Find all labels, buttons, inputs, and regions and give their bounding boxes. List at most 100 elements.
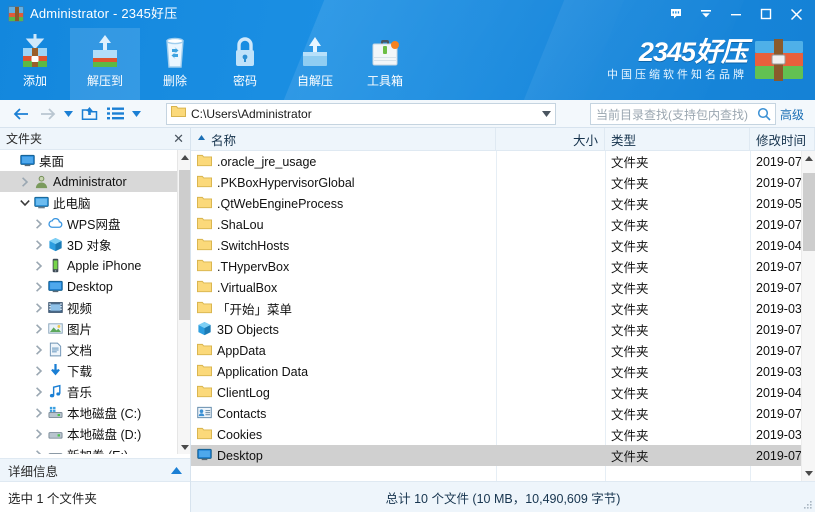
scrollbar-thumb[interactable] — [179, 170, 190, 320]
details-panel-body: 选中 1 个文件夹 — [0, 482, 190, 512]
chevron-right-icon[interactable] — [32, 302, 46, 313]
chevron-down-icon[interactable] — [128, 101, 144, 127]
search-input[interactable]: 当前目录查找(支持包内查找) — [590, 103, 776, 125]
column-header-date[interactable]: 修改时间 — [750, 128, 815, 150]
chevron-right-icon[interactable] — [32, 386, 46, 397]
cell-type: 文件夹 — [611, 261, 649, 275]
sidebar-item-3[interactable]: WPS网盘 — [0, 213, 190, 234]
table-row[interactable]: ClientLog 文件夹 2019-04 — [191, 382, 801, 403]
cell-type: 文件夹 — [611, 324, 649, 338]
table-row[interactable]: .QtWebEngineProcess 文件夹 2019-05 — [191, 193, 801, 214]
column-header-type[interactable]: 类型 — [605, 128, 750, 150]
sidebar-item-10[interactable]: 下载 — [0, 360, 190, 381]
column-label: 类型 — [611, 133, 637, 148]
column-header-size[interactable]: 大小 — [496, 128, 605, 150]
table-row[interactable]: .ShaLou 文件夹 2019-07 — [191, 214, 801, 235]
sidebar-item-2[interactable]: 此电脑 — [0, 192, 190, 213]
chevron-down-icon[interactable] — [537, 111, 555, 117]
sidebar-item-9[interactable]: 文档 — [0, 339, 190, 360]
file-name-text: Desktop — [217, 448, 263, 463]
resize-grip-icon[interactable] — [801, 498, 813, 510]
table-row[interactable]: Contacts 文件夹 2019-07 — [191, 403, 801, 424]
sidebar-item-5[interactable]: Apple iPhone — [0, 255, 190, 276]
sidebar-item-1[interactable]: Administrator — [0, 171, 190, 192]
close-icon[interactable]: ✕ — [173, 131, 184, 147]
forward-arrow-icon[interactable] — [34, 101, 60, 127]
chevron-right-icon[interactable] — [32, 407, 46, 418]
sidebar-item-8[interactable]: 图片 — [0, 318, 190, 339]
chevron-right-icon[interactable] — [32, 344, 46, 355]
sidebar-item-6[interactable]: Desktop — [0, 276, 190, 297]
scroll-down-icon[interactable] — [178, 440, 191, 454]
table-row[interactable]: AppData 文件夹 2019-07 — [191, 340, 801, 361]
table-row[interactable]: .THypervBox 文件夹 2019-07 — [191, 256, 801, 277]
advanced-search-link[interactable]: 高级 — [780, 106, 804, 123]
column-label: 名称 — [211, 133, 237, 148]
table-row[interactable]: .SwitchHosts 文件夹 2019-04 — [191, 235, 801, 256]
sidebar-item-14[interactable]: 新加卷 (E:) — [0, 444, 190, 454]
search-icon[interactable] — [753, 107, 775, 121]
cell-date: 2019-04 — [756, 385, 801, 400]
toolbar-button-self-extract[interactable]: 自解压 — [280, 28, 350, 100]
sidebar-item-4[interactable]: 3D 对象 — [0, 234, 190, 255]
folder-icon — [197, 279, 212, 297]
chevron-down-icon[interactable] — [60, 101, 76, 127]
chevron-right-icon[interactable] — [32, 365, 46, 376]
brand-name: 2345好压 — [638, 37, 748, 67]
toolbar-button-extract-to[interactable]: 解压到 — [70, 28, 140, 100]
chevron-right-icon[interactable] — [32, 260, 46, 271]
cell-date: 2019-05 — [756, 196, 801, 211]
table-row[interactable]: .oracle_jre_usage 文件夹 2019-07 — [191, 151, 801, 172]
scrollbar-thumb[interactable] — [803, 173, 815, 251]
chevron-right-icon[interactable] — [32, 239, 46, 250]
back-arrow-icon[interactable] — [8, 101, 34, 127]
app-window: Administrator - 2345好压 添加 解压到 删除 密码 自解压 … — [0, 0, 815, 512]
sidebar-item-13[interactable]: 本地磁盘 (D:) — [0, 423, 190, 444]
toolbar-button-toolbox[interactable]: 工具箱 — [350, 28, 420, 100]
chevron-right-icon[interactable] — [32, 323, 46, 334]
list-view-icon[interactable] — [102, 101, 128, 127]
file-list-vertical-scrollbar[interactable] — [801, 151, 815, 481]
chevron-right-icon[interactable] — [32, 428, 46, 439]
chevron-right-icon[interactable] — [32, 449, 46, 454]
toolbar-button-password[interactable]: 密码 — [210, 28, 280, 100]
table-row[interactable]: Desktop 文件夹 2019-07 — [191, 445, 801, 466]
details-panel-header[interactable]: 详细信息 — [0, 458, 190, 482]
scroll-down-icon[interactable] — [802, 466, 815, 481]
chevron-down-icon[interactable] — [18, 199, 32, 207]
up-folder-icon[interactable] — [76, 101, 102, 127]
sidebar-item-0[interactable]: 桌面 — [0, 150, 190, 171]
column-header-name[interactable]: 名称 — [191, 128, 496, 150]
document-icon — [46, 342, 64, 357]
minimize-icon[interactable] — [721, 0, 751, 28]
chevron-right-icon[interactable] — [18, 176, 32, 187]
table-row[interactable]: Cookies 文件夹 2019-03 — [191, 424, 801, 445]
chevron-right-icon[interactable] — [32, 281, 46, 292]
sidebar-scrollbar[interactable] — [177, 150, 190, 454]
feedback-icon[interactable] — [661, 0, 691, 28]
table-row[interactable]: .PKBoxHypervisorGlobal 文件夹 2019-07 — [191, 172, 801, 193]
table-row[interactable]: 「开始」菜单 文件夹 2019-03 — [191, 298, 801, 319]
toolbar-button-delete[interactable]: 删除 — [140, 28, 210, 100]
scroll-up-icon[interactable] — [178, 150, 191, 164]
table-row[interactable]: 3D Objects 文件夹 2019-07 — [191, 319, 801, 340]
sidebar-item-label: Desktop — [67, 279, 113, 294]
table-row[interactable]: Application Data 文件夹 2019-03 — [191, 361, 801, 382]
sidebar-item-label: 下载 — [67, 365, 93, 379]
maximize-icon[interactable] — [751, 0, 781, 28]
contacts-icon — [197, 405, 212, 423]
scroll-up-icon[interactable] — [802, 151, 815, 166]
menu-chevron-icon[interactable] — [691, 0, 721, 28]
table-row[interactable]: .VirtualBox 文件夹 2019-07 — [191, 277, 801, 298]
sidebar-item-12[interactable]: 本地磁盘 (C:) — [0, 402, 190, 423]
close-icon[interactable] — [781, 0, 811, 28]
sidebar-item-11[interactable]: 音乐 — [0, 381, 190, 402]
chevron-right-icon[interactable] — [32, 218, 46, 229]
file-name-text: .QtWebEngineProcess — [217, 196, 344, 211]
toolbar-button-add[interactable]: 添加 — [0, 28, 70, 100]
cell-type: 文件夹 — [611, 198, 649, 212]
chevron-up-icon[interactable] — [171, 463, 182, 477]
sidebar-item-7[interactable]: 视频 — [0, 297, 190, 318]
cell-type: 文件夹 — [611, 219, 649, 233]
address-input[interactable]: C:\Users\Administrator — [166, 103, 556, 125]
